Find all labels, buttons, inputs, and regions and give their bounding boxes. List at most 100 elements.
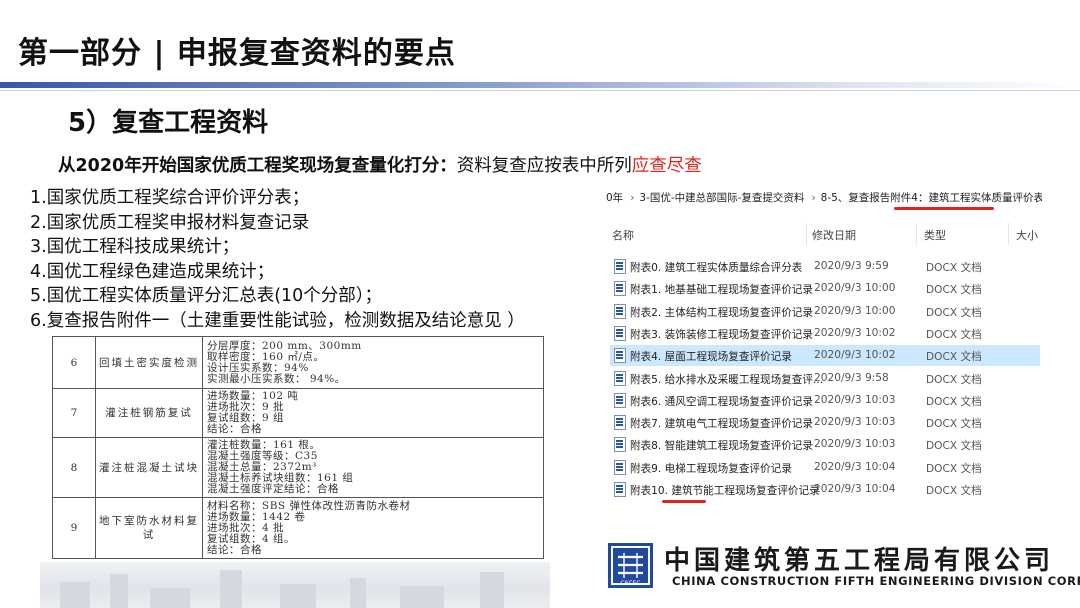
requirement-item: 2.国家优质工程奖申报材料复查记录 — [30, 212, 310, 233]
row-number: 6 — [52, 335, 96, 390]
docx-file-icon — [614, 459, 626, 475]
column-name[interactable]: 名称 — [612, 227, 634, 243]
requirement-item: 6.复查报告附件一（土建重要性能试验，检测数据及结论意见 ） — [30, 310, 525, 331]
docx-file-icon — [614, 325, 626, 341]
file-date: 2020/9/3 10:00 — [814, 304, 896, 317]
file-row[interactable]: 附表1. 地基基础工程现场复查评价记录 2020/9/3 10:00 DOCX 文档 — [610, 278, 1040, 299]
file-date: 2020/9/3 10:04 — [814, 460, 896, 473]
table-row: 9 地下室防水材料复试 材料名称：SBS 弹性体改性沥青防水卷材 进场数量：14… — [52, 497, 544, 559]
docx-file-icon — [614, 259, 626, 274]
file-type: DOCX 文档 — [926, 462, 982, 475]
file-name: 附表0. 建筑工程实体质量综合评分表 — [630, 262, 803, 274]
test-details: 进场数量：102 吨 进场批次：9 批 复试组数：9 组 结论：合格 — [202, 388, 544, 438]
file-name: 附表8. 智能建筑工程现场复查评价记录 — [630, 440, 813, 453]
file-type: DOCX 文档 — [926, 440, 982, 453]
subtitle: 从2020年开始国家优质工程奖现场复查量化打分：资料复查应按表中所列应查尽查 — [58, 152, 702, 177]
file-type: DOCX 文档 — [926, 262, 982, 274]
file-date: 2020/9/3 9:59 — [814, 260, 889, 272]
section-heading: 5）复查工程资料 — [68, 108, 269, 138]
requirement-item: 3.国优工程科技成果统计； — [30, 237, 240, 257]
docx-file-icon — [614, 415, 626, 431]
file-name: 附表10. 建筑节能工程现场复查评价记录 — [630, 485, 820, 497]
slide-title: 第一部分 | 申报复查资料的要点 — [18, 36, 456, 71]
file-row[interactable]: 附表10. 建筑节能工程现场复查评价记录 2020/9/3 10:04 DOCX 文… — [610, 479, 1040, 500]
file-date: 2020/9/3 9:58 — [814, 371, 889, 384]
file-name: 附表5. 给水排水及采暖工程现场复查评... — [630, 373, 824, 386]
table-row: 7 灌注桩钢筋复试 进场数量：102 吨 进场批次：9 批 复试组数：9 组 结… — [52, 388, 544, 438]
decorative-cityscape — [40, 562, 550, 608]
detail-line: 结论：合格 — [207, 423, 262, 436]
file-row[interactable]: 附表9. 电梯工程现场复查评价记录 2020/9/3 10:04 DOCX 文档 — [610, 457, 1040, 478]
file-explorer: 0年 › 3-国优-中建总部国际-复查提交资料 › 8-5、复查报告附件4：建筑工程实体… — [606, 183, 1042, 503]
test-details: 灌注桩数量：161 根。 混凝土强度等级：C35 混凝土总量：2372m³ 混凝… — [202, 436, 544, 499]
file-type: DOCX 文档 — [926, 284, 982, 297]
red-underline-annotation — [894, 207, 994, 210]
subtitle-highlight: 应查尽查 — [631, 156, 702, 176]
file-row[interactable]: 附表7. 建筑电气工程现场复查评价记录 2020/9/3 10:03 DOCX 文档 — [610, 412, 1040, 433]
company-name-en: CHINA CONSTRUCTION FIFTH ENGINEERING DIV… — [672, 574, 1080, 588]
title-divider — [0, 82, 1080, 88]
file-row[interactable]: 附表3. 装饰装修工程现场复查评价记录 2020/9/3 10:02 DOCX 文档 — [610, 323, 1040, 344]
file-type: DOCX 文档 — [926, 373, 982, 386]
file-type: DOCX 文档 — [926, 418, 982, 431]
requirement-item: 4.国优工程绿色建造成果统计； — [30, 261, 275, 282]
file-type: DOCX 文档 — [926, 306, 982, 319]
file-name: 附表9. 电梯工程现场复查评价记录 — [630, 462, 792, 475]
file-name: 附表4. 屋面工程现场复查评价记录 — [630, 351, 792, 364]
file-date: 2020/9/3 10:03 — [814, 393, 896, 406]
file-row[interactable]: 附表0. 建筑工程实体质量综合评分表 2020/9/3 9:59 DOCX 文档 — [610, 256, 1040, 277]
requirement-item: 1.国家优质工程奖综合评价评分表； — [30, 188, 310, 208]
docx-file-icon — [614, 482, 626, 497]
docx-file-icon — [614, 370, 626, 386]
docx-file-icon — [614, 281, 626, 297]
file-row[interactable]: 附表8. 智能建筑工程现场复查评价记录 2020/9/3 10:03 DOCX 文档 — [610, 434, 1040, 455]
file-name: 附表7. 建筑电气工程现场复查评价记录 — [630, 418, 813, 431]
file-row[interactable]: 附表4. 屋面工程现场复查评价记录 2020/9/3 10:02 DOCX 文档 — [610, 345, 1040, 367]
column-modified[interactable]: 修改日期 — [812, 227, 856, 243]
file-date: 2020/9/3 10:04 — [814, 483, 896, 495]
file-row[interactable]: 附表2. 主体结构工程现场复查评价记录 2020/9/3 10:00 DOCX 文档 — [610, 301, 1040, 322]
table-row: 8 灌注桩混凝土试块 灌注桩数量：161 根。 混凝土强度等级：C35 混凝土总… — [52, 436, 544, 499]
column-type[interactable]: 类型 — [924, 227, 946, 243]
docx-file-icon — [614, 303, 626, 319]
test-item: 地下室防水材料复试 — [95, 497, 203, 559]
file-type: DOCX 文档 — [926, 351, 982, 364]
subtitle-normal: 资料复查应按表中所列 — [456, 156, 632, 176]
file-name: 附表6. 通风空调工程现场复查评价记录 — [630, 395, 813, 408]
file-name: 附表3. 装饰装修工程现场复查评价记录 — [630, 328, 813, 341]
table-row: 6 回填土密实度检测 分层厚度：200 mm、300mm 取样密度：160 ㎡/… — [52, 335, 544, 390]
detail-line: 结论：合格 — [207, 543, 262, 556]
file-type: DOCX 文档 — [926, 395, 982, 408]
title-divider-thin — [0, 90, 1080, 91]
docx-file-icon — [614, 437, 626, 453]
breadcrumb-item[interactable]: 3-国优-中建总部国际-复查提交资料 — [639, 192, 806, 204]
file-type: DOCX 文档 — [926, 328, 982, 341]
breadcrumb-item[interactable]: 8-5、复查报告附件4：建筑工程实体质量评价表（完成稿） — [821, 192, 1042, 204]
detail-line: 混凝土强度评定结论：合格 — [207, 483, 339, 496]
file-name: 附表2. 主体结构工程现场复查评价记录 — [630, 306, 813, 319]
column-header: 名称 修改日期 类型 大小 — [606, 223, 1042, 245]
file-row[interactable]: 附表5. 给水排水及采暖工程现场复查评... 2020/9/3 9:58 DOCX … — [610, 368, 1040, 389]
column-size[interactable]: 大小 — [1016, 227, 1038, 243]
row-number: 8 — [52, 436, 96, 499]
test-item: 灌注桩混凝土试块 — [95, 436, 203, 499]
requirements-list: 1.国家优质工程奖综合评价评分表； 2.国家优质工程奖申报材料复查记录 3.国优… — [30, 186, 525, 333]
file-date: 2020/9/3 10:02 — [814, 326, 896, 339]
row-number: 9 — [52, 497, 96, 559]
test-details: 材料名称：SBS 弹性体改性沥青防水卷材 进场数量：1442 卷 进场批次：4 … — [202, 497, 544, 559]
company-logo-icon: CSCEC — [608, 543, 653, 588]
detail-line: 实测最小压实系数： 94%。 — [207, 372, 346, 385]
test-item: 回填土密实度检测 — [95, 335, 203, 390]
file-date: 2020/9/3 10:03 — [814, 416, 896, 429]
docx-file-icon — [614, 348, 626, 364]
breadcrumb-item[interactable]: 0年 — [606, 192, 625, 204]
chevron-right-icon: › — [811, 192, 816, 204]
chevron-right-icon: › — [630, 192, 635, 204]
svg-text:CSCEC: CSCEC — [620, 580, 640, 587]
test-details: 分层厚度：200 mm、300mm 取样密度：160 ㎡/点。 设计压实系数：9… — [202, 335, 544, 390]
file-date: 2020/9/3 10:02 — [814, 349, 896, 362]
red-underline-annotation — [662, 500, 706, 503]
test-item: 灌注桩钢筋复试 — [95, 388, 203, 438]
file-date: 2020/9/3 10:03 — [814, 438, 896, 451]
file-row[interactable]: 附表6. 通风空调工程现场复查评价记录 2020/9/3 10:03 DOCX 文档 — [610, 390, 1040, 411]
